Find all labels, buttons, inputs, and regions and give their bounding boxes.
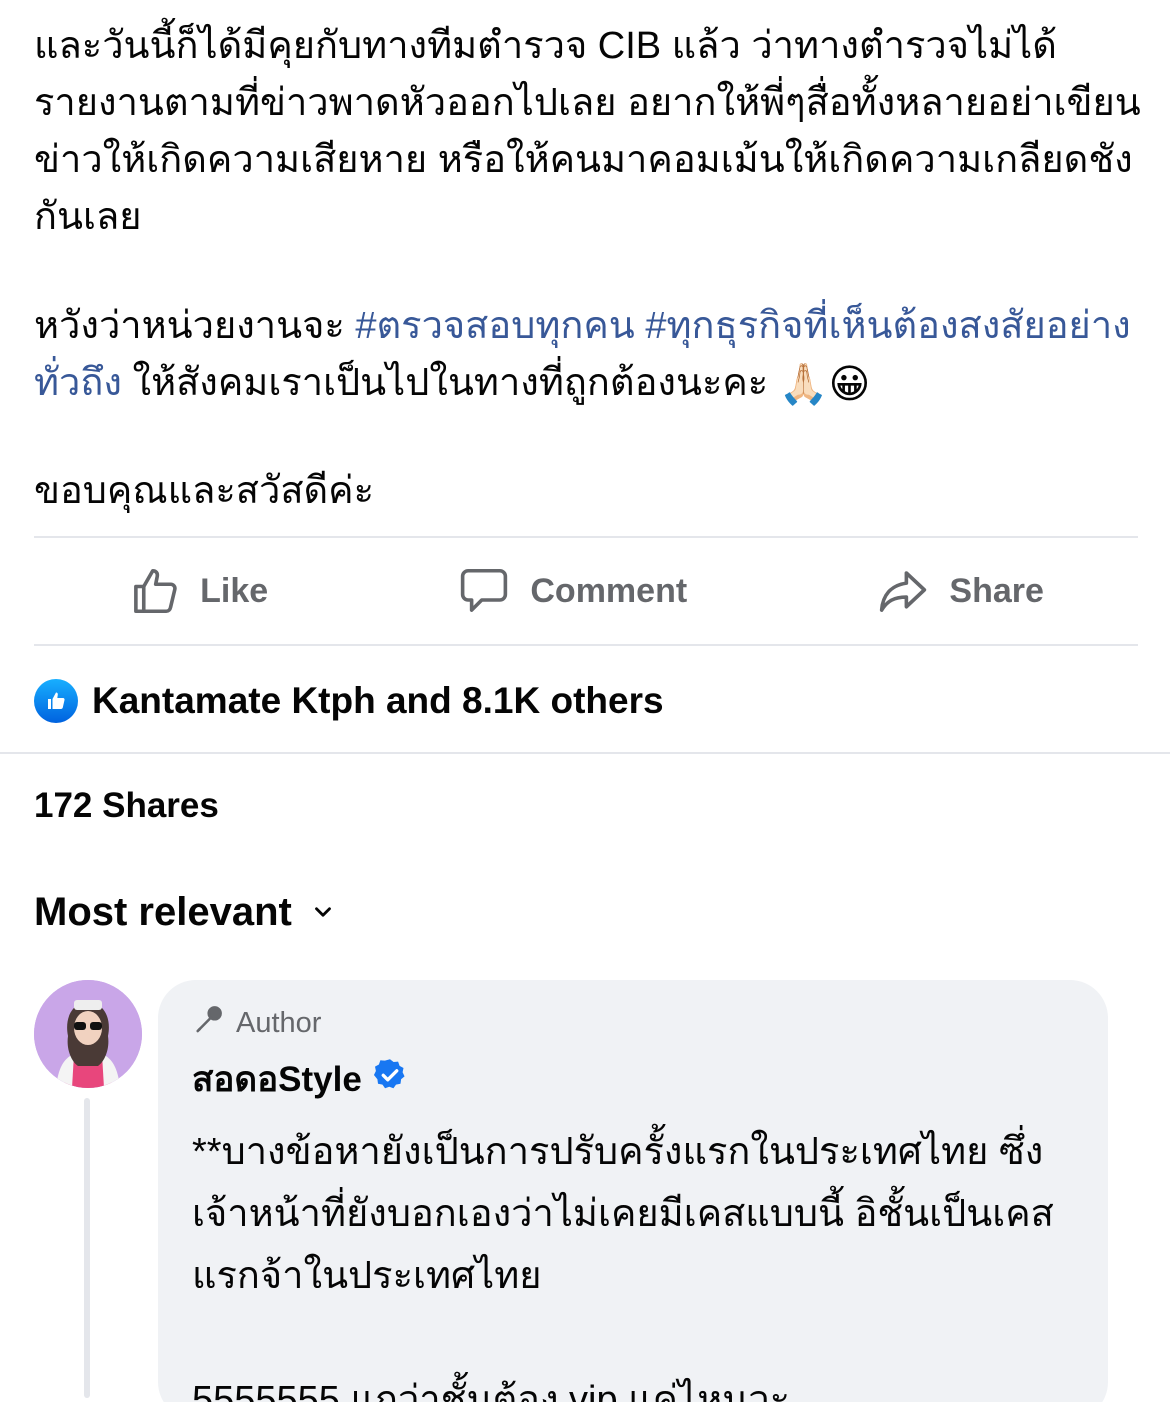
like-reaction-icon [34,679,78,723]
post-paragraph: ขอบคุณและสวัสดีค่ะ [34,470,375,513]
sort-label: Most relevant [34,890,292,934]
share-button[interactable]: Share [875,564,1044,618]
post-text: และวันนี้ก็ได้มีคุยกับทางทีมตำรวจ CIB แล… [34,18,1144,520]
author-badge: Author [192,1002,1074,1044]
comment-label: Comment [530,571,688,610]
divider [34,644,1138,646]
divider [0,752,1170,754]
post-text-segment: ให้สังคมเราเป็นไปในทางที่ถูกต้องนะคะ [121,362,779,404]
comment-paragraph: **บางข้อหายังเป็นการปรับครั้งแรกในประเทศ… [192,1131,1054,1297]
share-arrow-icon [875,564,931,618]
thread-line [84,1098,90,1398]
commenter-name[interactable]: สอดอStyle [192,1052,1074,1107]
post-paragraph: หวังว่าหน่วยงานจะ #ตรวจสอบทุกคน #ทุกธุรก… [34,298,1144,413]
comment-bubble: Author สอดอStyle **บางข้อหายังเป็นการปรั… [158,980,1108,1402]
speech-bubble-icon [456,564,512,618]
microphone-icon [192,1002,226,1044]
like-label: Like [200,571,269,610]
thumbs-up-icon [128,564,182,618]
author-badge-label: Author [236,1006,322,1039]
pray-emoji: 🙏🏻 [778,362,829,407]
reaction-summary-text: Kantamate Ktph and 8.1K others [92,680,664,721]
comment-paragraph: 5555555 แกว่าชั้นต้อง vip แค่ไหนวะ [192,1379,790,1402]
shares-count[interactable]: 172 Shares [34,786,219,826]
chevron-down-icon [310,890,336,935]
comment-sort-dropdown[interactable]: Most relevant [34,890,336,935]
comment-button[interactable]: Comment [456,564,687,618]
smile-emoji: 😀 [828,362,871,407]
share-label: Share [949,571,1044,610]
hashtag-link[interactable]: #ตรวจสอบทุกคน [355,305,634,347]
facebook-post-view: และวันนี้ก็ได้มีคุยกับทางทีมตำรวจ CIB แล… [0,0,1170,1402]
reaction-summary[interactable]: Kantamate Ktph and 8.1K others [34,676,664,726]
commenter-name-text: สอดอStyle [192,1060,362,1099]
like-button[interactable]: Like [128,564,268,618]
post-paragraph: และวันนี้ก็ได้มีคุยกับทางทีมตำรวจ CIB แล… [34,25,1141,238]
comment-text: **บางข้อหายังเป็นการปรับครั้งแรกในประเทศ… [192,1121,1074,1402]
verified-badge-icon [372,1057,408,1102]
post-action-bar: Like Comment Share [34,538,1138,644]
post-text-segment: หวังว่าหน่วยงานจะ [34,305,356,347]
avatar[interactable] [34,980,142,1088]
